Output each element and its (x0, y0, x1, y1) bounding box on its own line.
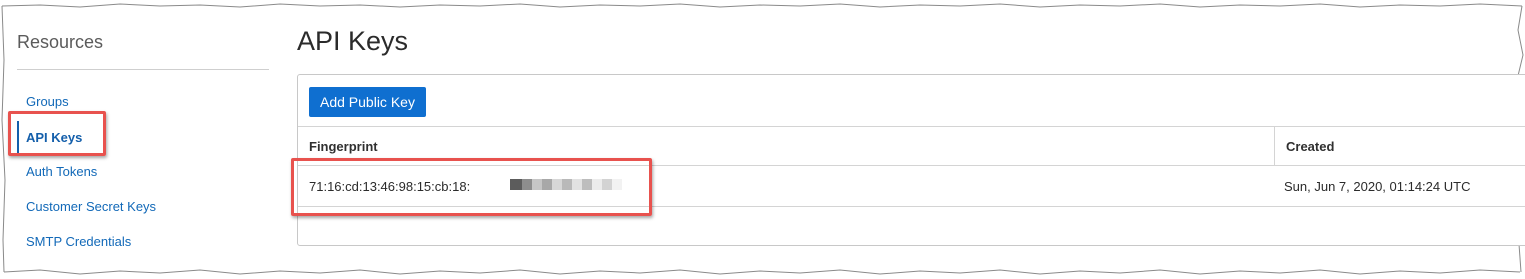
highlight-box-api-keys (8, 111, 106, 156)
sidebar-divider (17, 69, 269, 70)
sidebar-item-groups[interactable]: Groups (26, 94, 69, 109)
column-header-created[interactable]: Created (1286, 139, 1334, 154)
add-public-key-button[interactable]: Add Public Key (309, 87, 426, 117)
resources-heading: Resources (17, 32, 104, 52)
sidebar-item-smtp-credentials[interactable]: SMTP Credentials (26, 234, 131, 249)
column-header-fingerprint[interactable]: Fingerprint (309, 139, 378, 154)
highlight-box-fingerprint (291, 158, 652, 216)
page-title: API Keys (297, 26, 409, 56)
created-value: Sun, Jun 7, 2020, 01:14:24 UTC (1284, 179, 1471, 194)
column-divider (1274, 127, 1275, 166)
sidebar-item-auth-tokens[interactable]: Auth Tokens (26, 164, 97, 179)
sidebar-item-customer-secret-keys[interactable]: Customer Secret Keys (26, 199, 156, 214)
resources-sidebar: Resources Groups API Keys Auth Tokens Cu… (8, 30, 269, 249)
